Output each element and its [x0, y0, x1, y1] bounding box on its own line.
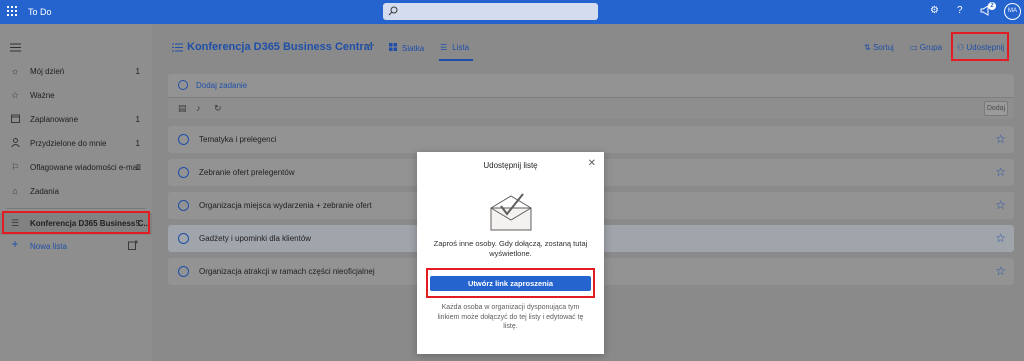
- sidebar-item-label: Ważne: [30, 91, 55, 100]
- tab-list-label: Lista: [452, 43, 470, 52]
- highlight-box-share: [951, 32, 1009, 61]
- task-title: Tematyka i prelegenci: [199, 135, 277, 144]
- task-title: Organizacja atrakcji w ramach części nie…: [199, 267, 375, 276]
- sidebar-item-assigned-to-me[interactable]: Przydzielone do mnie 1: [0, 133, 152, 155]
- group-icon: ▭: [910, 43, 918, 52]
- sidebar-item-label: Zaplanowane: [30, 115, 79, 124]
- page-title[interactable]: Konferencja D365 Business Central: [187, 41, 373, 53]
- add-task-input[interactable]: Dodaj zadanie: [168, 74, 1014, 97]
- sort-button[interactable]: ⇅ Sortuj: [864, 43, 894, 52]
- home-icon: ⌂: [12, 186, 18, 196]
- sidebar-item-count: 1: [135, 67, 140, 76]
- highlight-box-invite-button: [426, 268, 595, 298]
- complete-checkbox-icon[interactable]: [178, 167, 189, 178]
- list-title-icon: [172, 43, 183, 52]
- star-icon: ☆: [10, 90, 20, 100]
- new-list-button[interactable]: + Nowa lista: [0, 236, 152, 258]
- flag-icon: ⚐: [10, 162, 20, 172]
- share-list-dialog: Udostępnij listę ✕ Zaproś inne osoby. Gd…: [417, 152, 604, 354]
- sidebar-item-flagged-email[interactable]: ⚐ Oflagowane wiadomości e-mail 1: [0, 157, 152, 179]
- complete-checkbox-icon[interactable]: [178, 134, 189, 145]
- hamburger-menu-icon[interactable]: [10, 43, 21, 52]
- plus-icon: +: [11, 237, 19, 251]
- avatar[interactable]: MA: [1004, 3, 1021, 20]
- sidebar-divider: [6, 208, 146, 209]
- sidebar: ☼ Mój dzień 1 ☆ Ważne Zaplanowane 1 Przy…: [0, 24, 152, 361]
- importance-star-icon[interactable]: ☆: [995, 198, 1006, 212]
- sidebar-item-label: Oflagowane wiadomości e-mail: [30, 163, 141, 172]
- group-label: Grupa: [919, 43, 943, 52]
- tab-grid-label: Siatka: [402, 44, 425, 53]
- sidebar-item-my-day[interactable]: ☼ Mój dzień 1: [0, 61, 152, 83]
- sidebar-item-important[interactable]: ☆ Ważne: [0, 85, 152, 107]
- share-invite-illustration-icon: [490, 193, 532, 231]
- sidebar-item-tasks[interactable]: ⌂ Zadania: [0, 181, 152, 203]
- close-icon[interactable]: ✕: [588, 158, 596, 169]
- sort-icon: ⇅: [864, 43, 871, 52]
- sidebar-item-count: 1: [135, 115, 140, 124]
- sort-label: Sortuj: [872, 43, 894, 52]
- search-input[interactable]: [383, 3, 598, 20]
- help-icon[interactable]: ?: [957, 5, 963, 17]
- more-options-button[interactable]: ···: [364, 39, 375, 51]
- task-title: Zebranie ofert prelegentów: [199, 168, 295, 177]
- add-task-button[interactable]: Dodaj: [984, 101, 1008, 116]
- importance-star-icon[interactable]: ☆: [995, 132, 1006, 146]
- tab-list[interactable]: ☰ Lista: [440, 43, 469, 52]
- sidebar-item-label: Mój dzień: [30, 67, 65, 76]
- search-icon: [388, 6, 398, 16]
- calendar-icon: [10, 114, 20, 124]
- sidebar-item-label: Przydzielone do mnie: [30, 139, 107, 148]
- task-row[interactable]: Tematyka i prelegenci ☆: [168, 126, 1014, 153]
- new-group-icon[interactable]: [128, 240, 138, 252]
- sun-icon: ☼: [10, 66, 20, 76]
- repeat-icon[interactable]: ↻: [214, 103, 222, 114]
- complete-checkbox-icon[interactable]: [178, 266, 189, 277]
- sidebar-item-count: 1: [135, 139, 140, 148]
- importance-star-icon[interactable]: ☆: [995, 165, 1006, 179]
- active-tab-indicator: [439, 59, 473, 61]
- new-list-label: Nowa lista: [30, 242, 67, 251]
- sidebar-item-planned[interactable]: Zaplanowane 1: [0, 109, 152, 131]
- task-title: Gadżety i upominki dla klientów: [199, 234, 312, 243]
- app-launcher-icon[interactable]: [7, 6, 18, 17]
- dialog-title: Udostępnij listę: [483, 161, 538, 170]
- importance-star-icon[interactable]: ☆: [995, 231, 1006, 245]
- dialog-message: Zaproś inne osoby. Gdy dołączą, zostaną …: [433, 239, 588, 258]
- app-title[interactable]: To Do: [28, 7, 52, 17]
- list-view-icon: ☰: [440, 43, 448, 52]
- complete-checkbox-icon[interactable]: [178, 200, 189, 211]
- group-button[interactable]: ▭ Grupa: [910, 43, 942, 52]
- person-icon: [10, 138, 20, 148]
- settings-gear-icon[interactable]: ⚙: [930, 5, 939, 17]
- tab-grid[interactable]: Siatka: [389, 43, 424, 53]
- complete-checkbox-icon[interactable]: [178, 233, 189, 244]
- top-bar: To Do ⚙ ? 2 MA: [0, 0, 1024, 24]
- dialog-note: Każda osoba w organizacji dysponująca ty…: [437, 304, 584, 330]
- add-task-toolbar: ▤ ♪ ↻ Dodaj: [168, 97, 1014, 119]
- add-task-placeholder: Dodaj zadanie: [196, 81, 248, 90]
- task-title: Organizacja miejsca wydarzenia + zebrani…: [199, 201, 372, 210]
- importance-star-icon[interactable]: ☆: [995, 264, 1006, 278]
- reminder-bell-icon[interactable]: ♪: [196, 103, 201, 113]
- add-task-circle-icon: [178, 80, 188, 90]
- grid-icon: [389, 43, 397, 53]
- highlight-box-active-list: [2, 211, 150, 234]
- sidebar-item-label: Zadania: [30, 187, 59, 196]
- sidebar-item-count: 1: [135, 163, 140, 172]
- notification-badge: 2: [988, 2, 996, 10]
- due-date-calendar-icon[interactable]: ▤: [178, 103, 187, 114]
